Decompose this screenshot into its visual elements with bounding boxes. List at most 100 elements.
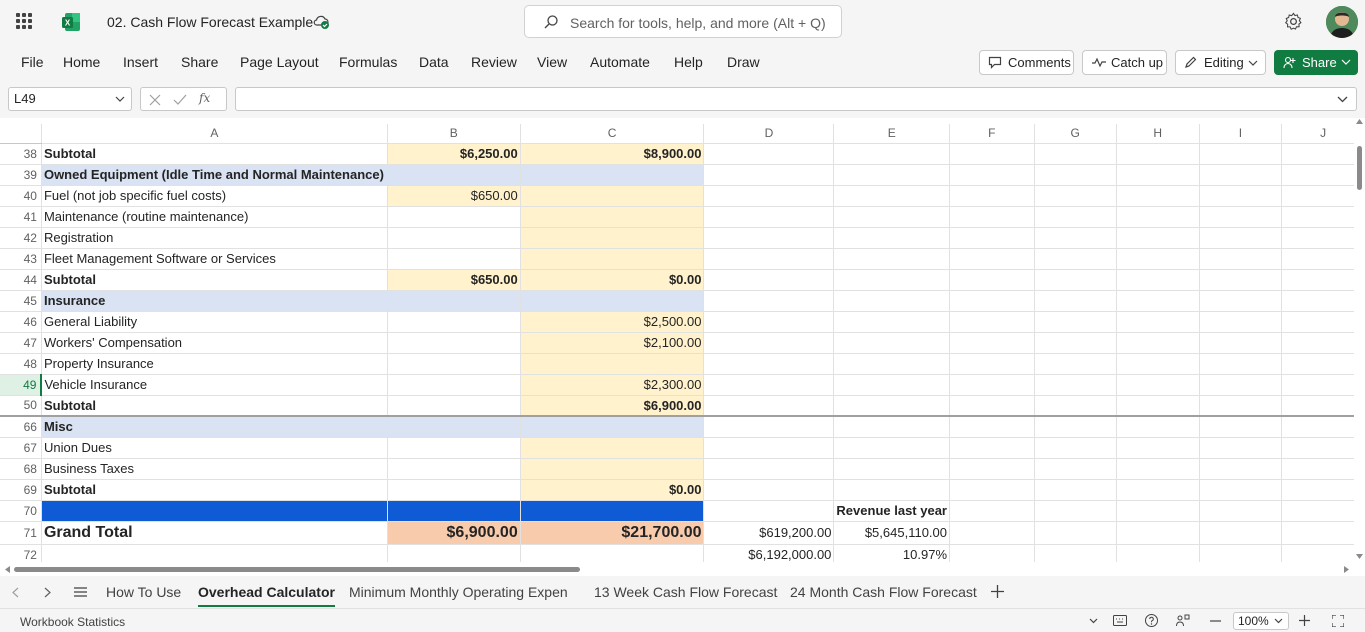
cell-j42[interactable] <box>1281 227 1365 249</box>
cell-f39[interactable] <box>949 164 1035 186</box>
row-header[interactable]: 44 <box>0 269 42 291</box>
document-title[interactable]: 02. Cash Flow Forecast Example <box>107 14 313 30</box>
cell-i45[interactable] <box>1199 290 1283 312</box>
cell-i47[interactable] <box>1199 332 1283 354</box>
tab-overhead-calculator[interactable]: Overhead Calculator <box>198 584 335 607</box>
cell-h45[interactable] <box>1116 290 1200 312</box>
cell-b72[interactable] <box>387 544 521 562</box>
cell-d45[interactable] <box>703 290 835 312</box>
cell-g48[interactable] <box>1034 353 1117 375</box>
catch-up-button[interactable]: Catch up <box>1082 50 1167 75</box>
cell-f44[interactable] <box>949 269 1035 291</box>
cell-c39[interactable] <box>520 164 705 186</box>
cell-a69[interactable]: Subtotal <box>41 479 388 501</box>
row-header[interactable]: 67 <box>0 437 42 459</box>
cell-a40[interactable]: Fuel (not job specific fuel costs) <box>41 185 388 207</box>
cell-e44[interactable] <box>833 269 950 291</box>
cell-d46[interactable] <box>703 311 835 333</box>
cell-g72[interactable] <box>1034 544 1117 562</box>
insert-function-icon[interactable]: fx <box>199 91 210 105</box>
scroll-down-icon[interactable] <box>1356 554 1363 560</box>
row-header[interactable]: 40 <box>0 185 42 207</box>
cell-h44[interactable] <box>1116 269 1200 291</box>
cell-g41[interactable] <box>1034 206 1117 228</box>
menu-insert[interactable]: Insert <box>123 54 158 70</box>
cell-e71[interactable]: $5,645,110.00 <box>833 521 950 545</box>
cell-h41[interactable] <box>1116 206 1200 228</box>
cell-g69[interactable] <box>1034 479 1117 501</box>
cell-j43[interactable] <box>1281 248 1365 270</box>
menu-draw[interactable]: Draw <box>727 54 760 70</box>
column-header-j[interactable]: J <box>1281 124 1365 144</box>
add-sheet-plus-icon[interactable] <box>991 585 1004 598</box>
cell-d69[interactable] <box>703 479 835 501</box>
cell-c41[interactable] <box>520 206 705 228</box>
settings-gear-icon[interactable] <box>1284 12 1303 31</box>
column-header-g[interactable]: G <box>1034 124 1117 144</box>
next-sheet-chevron-icon[interactable] <box>44 587 51 598</box>
expand-chevron-down-icon[interactable] <box>1337 96 1348 103</box>
cell-j68[interactable] <box>1281 458 1365 480</box>
cell-b68[interactable] <box>387 458 521 480</box>
cell-f48[interactable] <box>949 353 1035 375</box>
cell-h38[interactable] <box>1116 143 1200 165</box>
row-header[interactable]: 71 <box>0 521 42 545</box>
cell-f66[interactable] <box>949 415 1035 438</box>
column-header-f[interactable]: F <box>949 124 1035 144</box>
cell-g49[interactable] <box>1034 374 1117 396</box>
cell-e38[interactable] <box>833 143 950 165</box>
cell-c43[interactable] <box>520 248 705 270</box>
cell-e68[interactable] <box>833 458 950 480</box>
scroll-right-icon[interactable] <box>1344 566 1350 573</box>
fullscreen-icon[interactable] <box>1332 615 1344 627</box>
cell-i49[interactable] <box>1199 374 1283 396</box>
column-header-c[interactable]: C <box>520 124 705 144</box>
cell-j70[interactable] <box>1281 500 1365 522</box>
cell-b50[interactable] <box>387 395 521 417</box>
app-launcher-icon[interactable] <box>16 13 32 29</box>
cell-c46[interactable]: $2,500.00 <box>520 311 705 333</box>
scroll-left-icon[interactable] <box>4 566 10 573</box>
cell-b39[interactable] <box>387 164 521 186</box>
tab-minimum-monthly-operating[interactable]: Minimum Monthly Operating Expen <box>349 584 568 600</box>
cell-h72[interactable] <box>1116 544 1200 562</box>
cell-j47[interactable] <box>1281 332 1365 354</box>
menu-page-layout[interactable]: Page Layout <box>240 54 319 70</box>
cell-f68[interactable] <box>949 458 1035 480</box>
cell-a71[interactable]: Grand Total <box>41 521 388 545</box>
cell-g47[interactable] <box>1034 332 1117 354</box>
cell-g66[interactable] <box>1034 415 1117 438</box>
column-header-e[interactable]: E <box>833 124 950 144</box>
cell-c38[interactable]: $8,900.00 <box>520 143 705 165</box>
row-header[interactable]: 45 <box>0 290 42 312</box>
row-header[interactable]: 70 <box>0 500 42 522</box>
cell-e67[interactable] <box>833 437 950 459</box>
comments-button[interactable]: Comments <box>979 50 1074 75</box>
cell-i69[interactable] <box>1199 479 1283 501</box>
vertical-scroll-thumb[interactable] <box>1357 146 1362 190</box>
cell-e39[interactable] <box>833 164 950 186</box>
cell-i70[interactable] <box>1199 500 1283 522</box>
cell-e41[interactable] <box>833 206 950 228</box>
cell-a47[interactable]: Workers' Compensation <box>41 332 388 354</box>
cell-a38[interactable]: Subtotal <box>41 143 388 165</box>
cell-b67[interactable] <box>387 437 521 459</box>
cell-h42[interactable] <box>1116 227 1200 249</box>
all-sheets-menu-icon[interactable] <box>74 587 87 597</box>
cell-f49[interactable] <box>949 374 1035 396</box>
cell-i38[interactable] <box>1199 143 1283 165</box>
cell-d47[interactable] <box>703 332 835 354</box>
column-header-a[interactable]: A <box>41 124 388 144</box>
scroll-up-icon[interactable] <box>1356 118 1363 124</box>
column-header-d[interactable]: D <box>703 124 835 144</box>
cell-a41[interactable]: Maintenance (routine maintenance) <box>41 206 388 228</box>
cell-h40[interactable] <box>1116 185 1200 207</box>
name-box[interactable]: L49 <box>8 87 132 111</box>
cell-i50[interactable] <box>1199 395 1283 417</box>
workbook-statistics[interactable]: Workbook Statistics <box>20 615 125 629</box>
accessibility-people-icon[interactable] <box>1176 614 1190 627</box>
row-header[interactable]: 72 <box>0 544 42 562</box>
cell-b46[interactable] <box>387 311 521 333</box>
chevron-down-icon[interactable] <box>1089 618 1098 624</box>
spreadsheet-grid[interactable]: A B C D E F G H I J 38 Subtotal $6,250.00 $… <box>0 118 1365 562</box>
